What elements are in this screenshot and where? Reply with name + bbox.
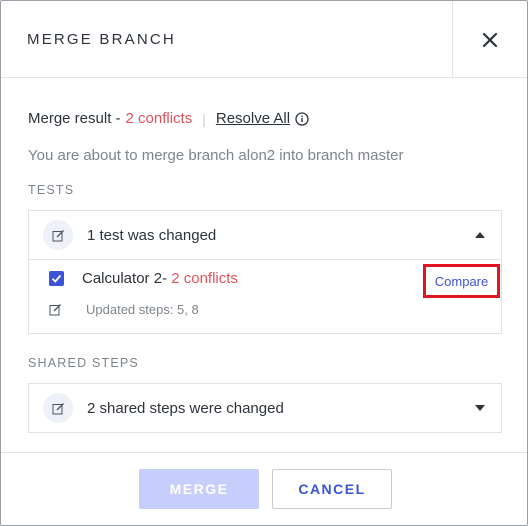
dialog-title: MERGE BRANCH [27,31,176,48]
separator: | [202,110,206,127]
shared-steps-summary-text: 2 shared steps were changed [87,399,284,417]
expand-caret-icon[interactable] [475,405,485,411]
updated-steps-text: Updated steps: 5, 8 [86,302,199,317]
close-icon [482,32,498,47]
info-icon[interactable] [295,111,309,126]
edit-icon [43,393,73,423]
test-name-line: Calculator 2- 2 conflicts [82,270,238,287]
tests-section-label: TESTS [28,183,75,197]
dialog-footer: MERGE CANCEL [1,452,527,525]
test-name: Calculator 2- [82,270,168,287]
shared-steps-summary-row[interactable]: 2 shared steps were changed [29,384,501,432]
edit-icon [43,220,73,250]
tests-panel: 1 test was changed Calculator 2- 2 confl… [28,210,502,334]
collapse-caret-icon[interactable] [475,232,485,238]
test-item: Calculator 2- 2 conflicts Compare Update… [29,259,501,333]
conflicts-count: 2 conflicts [125,110,193,127]
test-conflicts: 2 conflicts [171,270,238,287]
merge-result-line: Merge result - 2 conflicts | Resolve All [28,110,309,127]
merge-description: You are about to merge branch alon2 into… [28,147,404,164]
tests-summary-text: 1 test was changed [87,226,217,244]
merge-button[interactable]: MERGE [139,469,259,509]
tests-summary-row[interactable]: 1 test was changed [29,211,501,259]
resolve-all-link[interactable]: Resolve All [216,110,290,127]
merge-result-label: Merge result - [28,110,121,127]
shared-steps-section-label: SHARED STEPS [28,356,139,370]
test-checkbox[interactable] [49,271,64,286]
cancel-button[interactable]: CANCEL [272,469,392,509]
merge-branch-dialog: MERGE BRANCH Merge result - 2 conflicts … [0,0,528,526]
compare-link[interactable]: Compare [423,264,500,298]
dialog-header: MERGE BRANCH [1,1,527,78]
checkmark-icon [51,274,62,283]
close-button[interactable] [452,1,527,78]
shared-steps-panel: 2 shared steps were changed [28,383,502,433]
edit-icon [49,304,61,316]
